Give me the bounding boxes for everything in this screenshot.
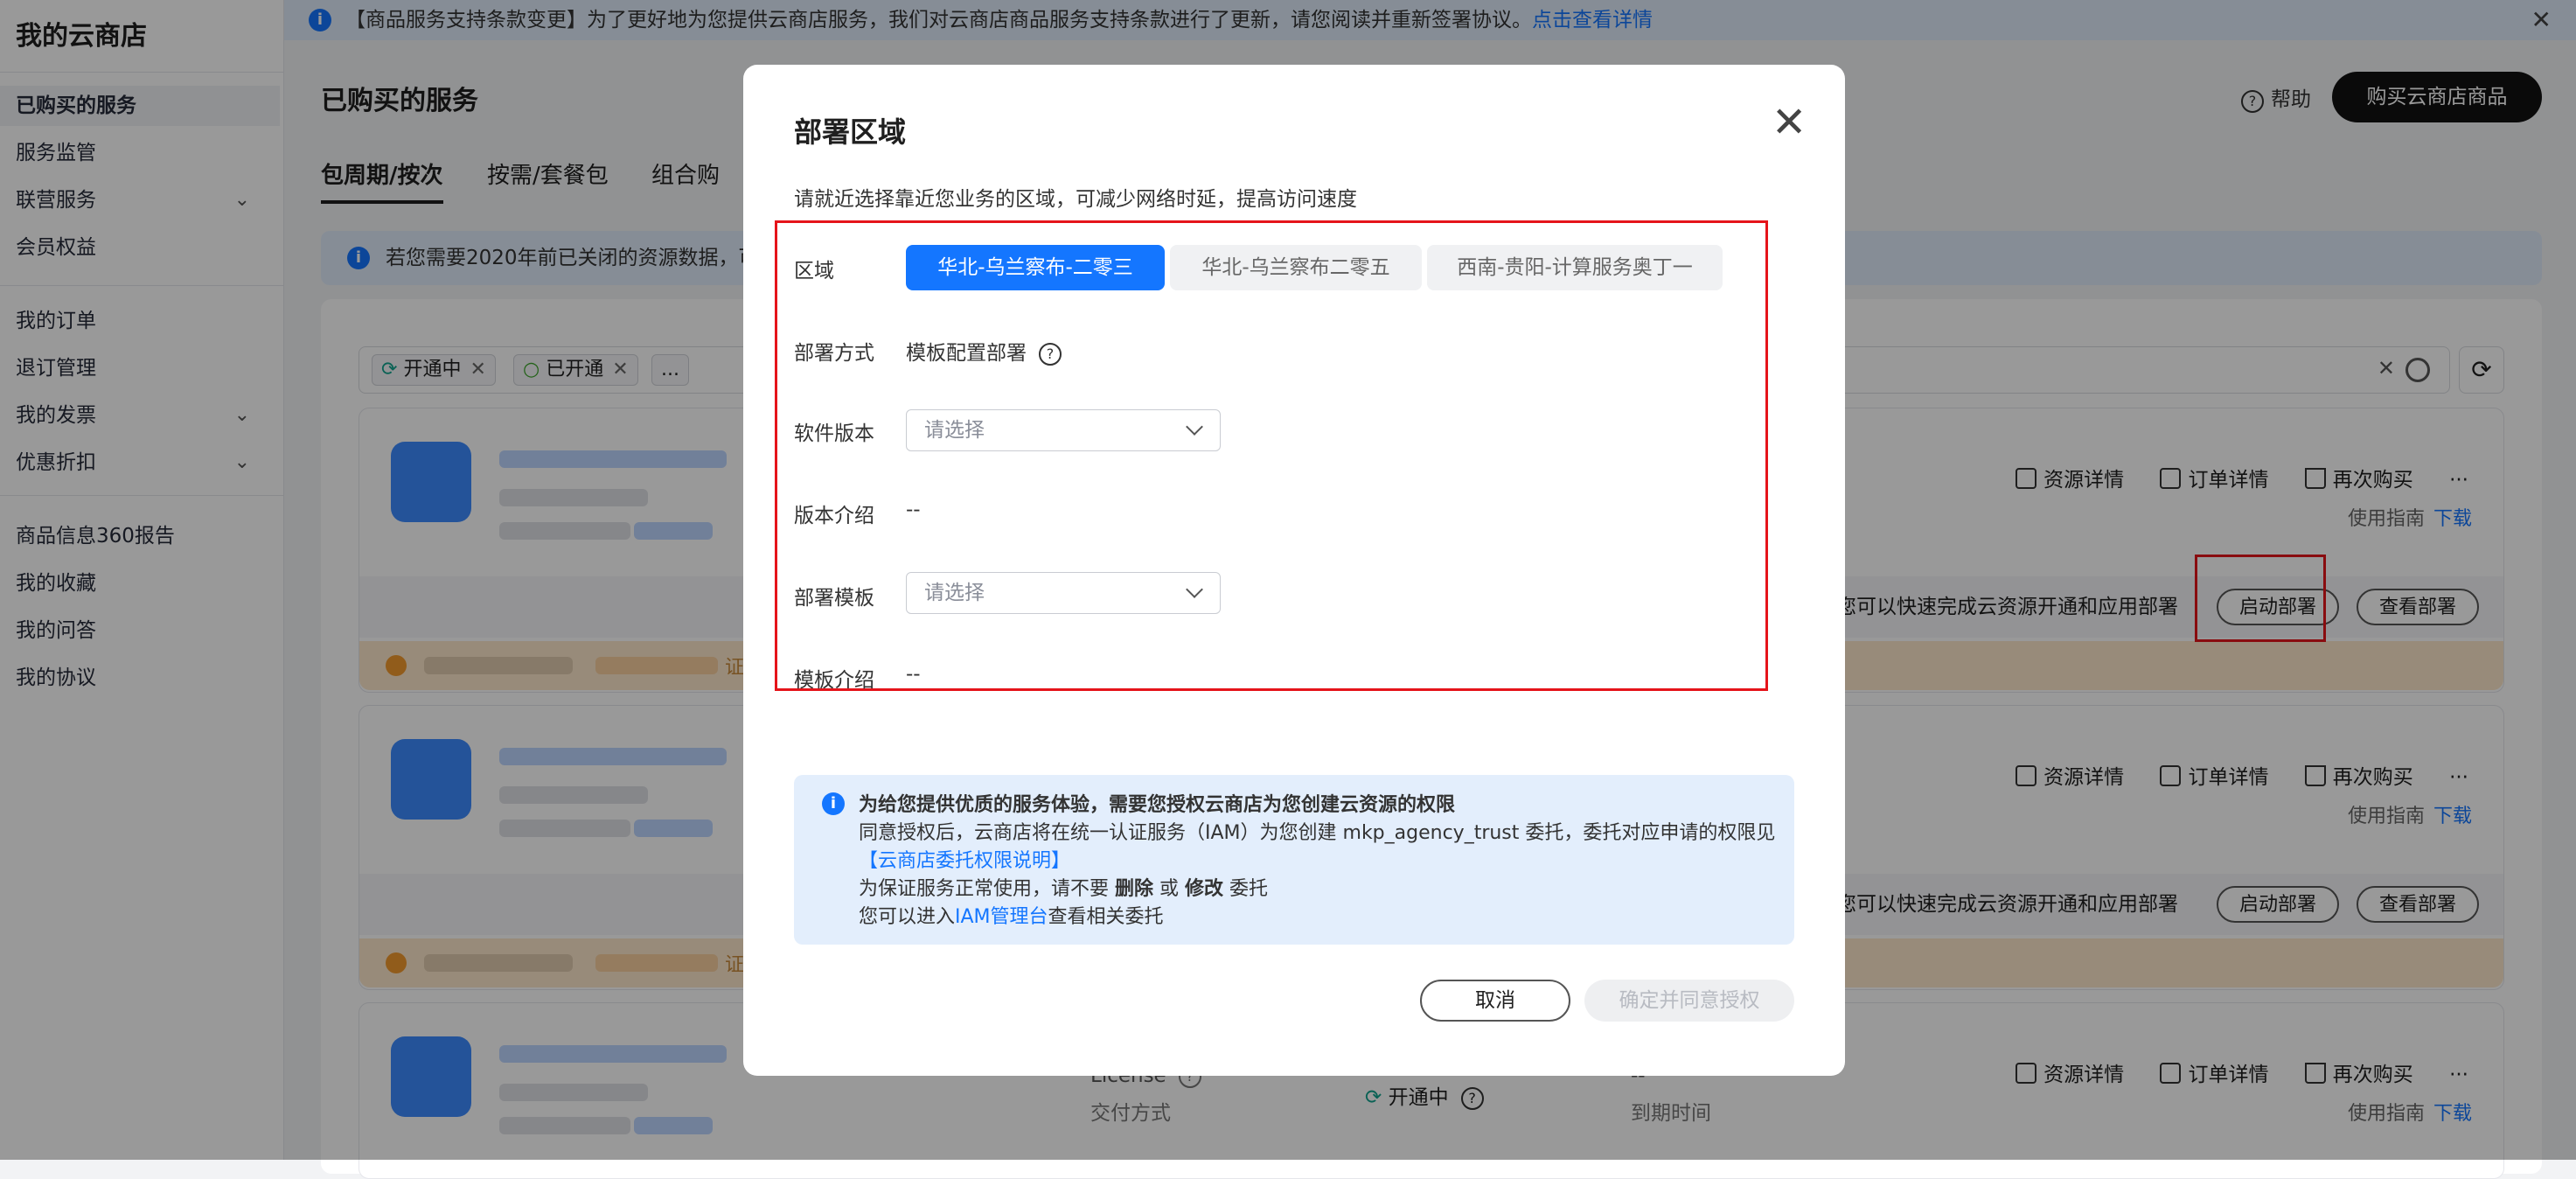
- template-select[interactable]: 请选择: [906, 572, 1221, 614]
- template-intro-value: --: [906, 663, 921, 686]
- deploy-region-dialog: 部署区域 ✕ 请就近选择靠近您业务的区域，可减少网络时延，提高访问速度 区域 华…: [743, 65, 1845, 1076]
- agency-permission-link[interactable]: 【云商店委托权限说明】: [859, 845, 1070, 873]
- help-icon[interactable]: ?: [1039, 343, 1062, 366]
- dialog-subtitle: 请就近选择靠近您业务的区域，可减少网络时延，提高访问速度: [794, 188, 1357, 211]
- dialog-title: 部署区域: [794, 115, 907, 149]
- info-icon: i: [822, 792, 845, 815]
- auth-title: 为给您提供优质的服务体验，需要您授权云商店为您创建云资源的权限: [859, 794, 1456, 816]
- template-label: 部署模板: [794, 587, 874, 610]
- region-option-huabei-203[interactable]: 华北-乌兰察布-二零三: [906, 245, 1165, 290]
- confirm-authorize-button[interactable]: 确定并同意授权: [1584, 980, 1794, 1022]
- auth-line-4: 您可以进入IAM管理台查看相关委托: [859, 906, 1164, 928]
- auth-line-3: 为保证服务正常使用，请不要 删除 或 修改 委托: [859, 878, 1269, 900]
- chevron-down-icon: [1186, 418, 1203, 436]
- version-intro-value: --: [906, 499, 921, 521]
- region-option-xinan-guiyang[interactable]: 西南-贵阳-计算服务奥丁一: [1427, 245, 1723, 290]
- template-intro-label: 模板介绍: [794, 669, 874, 692]
- deploy-method-label: 部署方式: [794, 342, 874, 365]
- chevron-down-icon: [1186, 581, 1203, 598]
- region-label: 区域: [794, 260, 834, 283]
- deploy-method-value: 模板配置部署?: [906, 336, 1062, 366]
- select-placeholder: 请选择: [924, 582, 985, 604]
- highlight-box: [775, 220, 1768, 691]
- region-option-huabei-205[interactable]: 华北-乌兰察布二零五: [1170, 245, 1422, 290]
- iam-console-link[interactable]: IAM管理台: [955, 906, 1048, 928]
- close-icon[interactable]: ✕: [1772, 96, 1807, 149]
- software-version-select[interactable]: 请选择: [906, 409, 1221, 451]
- version-intro-label: 版本介绍: [794, 505, 874, 527]
- auth-line-1: 同意授权后，云商店将在统一认证服务（IAM）为您创建 mkp_agency_tr…: [859, 822, 1776, 844]
- authorization-notice: i 为给您提供优质的服务体验，需要您授权云商店为您创建云资源的权限 同意授权后，…: [794, 775, 1794, 945]
- select-placeholder: 请选择: [924, 419, 985, 442]
- software-version-label: 软件版本: [794, 422, 874, 445]
- cancel-button[interactable]: 取消: [1420, 980, 1570, 1022]
